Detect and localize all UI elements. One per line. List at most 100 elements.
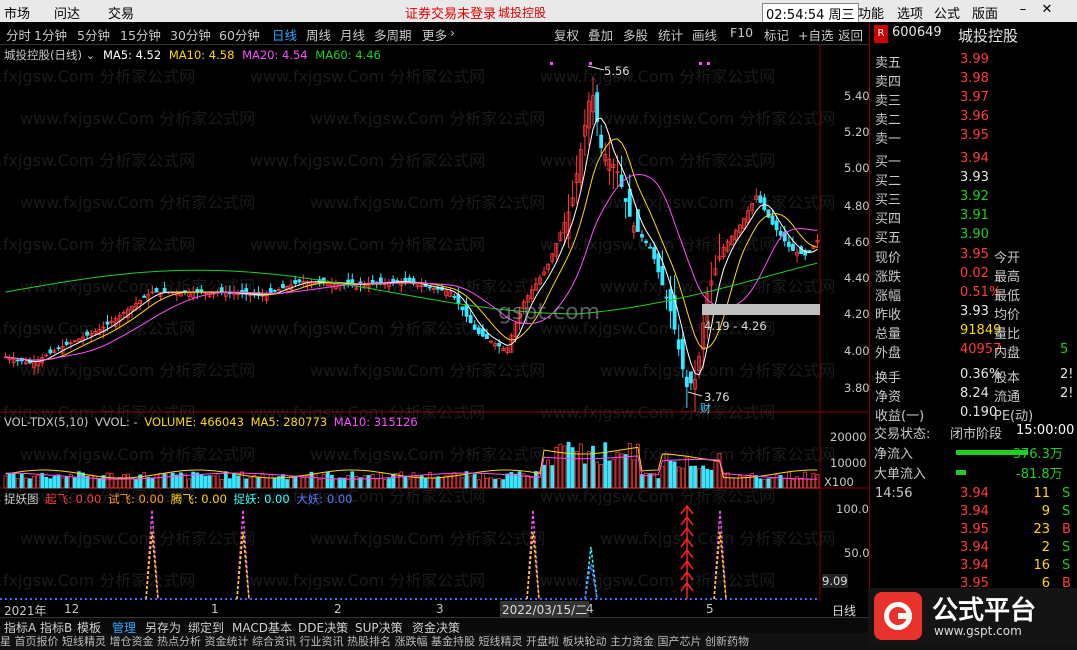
watermark-text: www.fxjgsw.Com 分析家公式网 [600,361,835,380]
clock: 02:54:54 周三 [762,3,859,24]
tick-volume: 9 [1041,504,1050,519]
draw-line-button[interactable]: 画线 [692,25,717,44]
buy-level-row[interactable]: 买三 3.92 [874,189,1074,208]
date-tick: 12 [64,602,80,616]
menu-layout[interactable]: 版面 [972,3,998,22]
fuquan-button[interactable]: 复权 [554,25,579,44]
menu-function[interactable]: 功能 [858,3,884,22]
volume-bar [268,473,273,489]
volume-bar [705,468,710,489]
candle-body [676,339,681,350]
buy-level-label: 买四 [875,212,902,227]
add-favorite-button[interactable]: +自选 [798,25,833,44]
buy-level-label: 买三 [875,193,902,208]
back-button[interactable]: 返回 [838,25,863,44]
sell-level-row[interactable]: 卖三 3.97 [874,90,1074,109]
period-week[interactable]: 周线 [306,25,331,44]
candle-body [162,288,167,293]
login-warning[interactable]: 证券交易未登录 [405,3,496,22]
watermark-text: www.fxjgsw.Com 分析家公式网 [540,151,775,170]
volume-bar [505,473,510,489]
volume-bar [574,451,579,489]
close-icon[interactable]: ✕ [1036,2,1058,20]
candle-body [485,333,489,340]
buy-level-row[interactable]: 买五 3.90 [874,227,1074,246]
watermark-text: www.fxjgsw.Com 分析家公式网 [540,487,775,506]
vol-legend-name: VOL-TDX(5,10) [4,415,89,429]
sell-level-row[interactable]: 卖五 3.99 [874,52,1074,71]
candle-body [293,280,298,284]
buy-level-row[interactable]: 买二 3.93 [874,170,1074,189]
volume-bar [725,472,730,489]
sell-level-row[interactable]: 卖二 3.96 [874,109,1074,128]
trade-state-value: 闭市阶段 [950,427,1003,442]
buy-level-row[interactable]: 买一 3.94 [874,151,1074,170]
watermark-text: www.fxjgsw.Com 分析家公式网 [540,67,775,86]
date-axis: 2021年 12 1 2 3 2022/03/15/二 4 5 日线 [0,601,868,618]
statistics-button[interactable]: 统计 [658,25,683,44]
main-legend: 城投控股(日线) ⌄ MA5: 4.52 MA10: 4.58 MA20: 4.… [4,47,381,63]
stat-row: 昨收 3.93 均价 [874,304,1074,323]
period-tick[interactable]: 分时 [6,25,31,44]
menu-wenda[interactable]: 问达 [54,3,80,22]
watermark-text: www.fxjgsw.Com 分析家公式网 [250,151,485,170]
volume-bar [480,472,485,489]
chevron-right-icon[interactable]: › [450,25,455,40]
tick-side: S [1062,540,1071,555]
volume-bar [529,477,534,489]
sell-level-row[interactable]: 卖四 3.98 [874,71,1074,90]
period-15min[interactable]: 15分钟 [120,25,161,44]
window-stock-title: 城投控股 [498,6,547,20]
stat-label: 涨幅 [875,289,902,304]
sell-level-row[interactable]: 卖一 3.95 [874,128,1074,147]
stat-label: 换手 [875,371,902,386]
volume-bar [325,471,330,489]
volume-bar [631,459,636,489]
overlay-button[interactable]: 叠加 [588,25,613,44]
candle-body [15,359,20,362]
volume-bar [134,479,138,489]
period-60min[interactable]: 60分钟 [219,25,260,44]
tick-volume: 16 [1033,558,1050,573]
finance-marker[interactable]: 财 [700,400,711,416]
volume-bar [672,461,677,489]
volume-bar [497,478,502,489]
date-tick: 2 [334,602,342,616]
minimize-icon[interactable]: – [1012,2,1034,20]
period-day[interactable]: 日线 [272,25,297,44]
mark-button[interactable]: 标记 [764,25,789,44]
menu-market[interactable]: 市场 [4,3,30,22]
multi-stock-button[interactable]: 多股 [623,25,648,44]
vol-legend-ma10: MA10: 315126 [333,415,418,429]
period-30min[interactable]: 30分钟 [170,25,211,44]
buy-level-row[interactable]: 买四 3.91 [874,208,1074,227]
legend-ma10: MA10: 4.58 [168,48,235,62]
period-1min[interactable]: 1分钟 [34,25,67,44]
menu-formula[interactable]: 公式 [934,3,960,22]
volume-bar [501,479,506,489]
tick-row: 3.95 23 B [874,522,1074,541]
volume-bar [803,471,808,489]
volume-bar [778,475,783,489]
y-tick-label: 4.40 [844,271,870,285]
period-more[interactable]: 更多 [422,25,447,44]
sell-level-price: 3.99 [960,52,989,67]
period-multi[interactable]: 多周期 [374,25,412,44]
period-5min[interactable]: 5分钟 [77,25,110,44]
period-month[interactable]: 月线 [340,25,365,44]
f10-button[interactable]: F10 [730,25,753,40]
volume-bar [142,472,147,489]
chevron-down-icon[interactable]: ⌄ [86,48,96,62]
volume-bar [244,478,249,489]
volume-bar [656,478,661,489]
stat-label-2: 均价 [994,308,1021,323]
period-toolbar: 分时 1分钟 5分钟 15分钟 30分钟 60分钟 日线 周线 月线 多周期 更… [0,22,868,45]
candle-body [807,250,812,253]
watermark-text: www.fxjgsw.Com 分析家公式网 [0,319,195,338]
indicator-legend: 捉妖图 起飞: 0.00 试飞: 0.00 腾飞: 0.00 捉妖: 0.00 … [4,491,352,507]
menu-trade[interactable]: 交易 [108,3,134,22]
volume-bar [232,472,236,489]
tick-volume: 23 [1033,522,1050,537]
stat-row: 外盘 40957 内盘 5 [874,342,1074,361]
menu-options[interactable]: 选项 [897,3,923,22]
